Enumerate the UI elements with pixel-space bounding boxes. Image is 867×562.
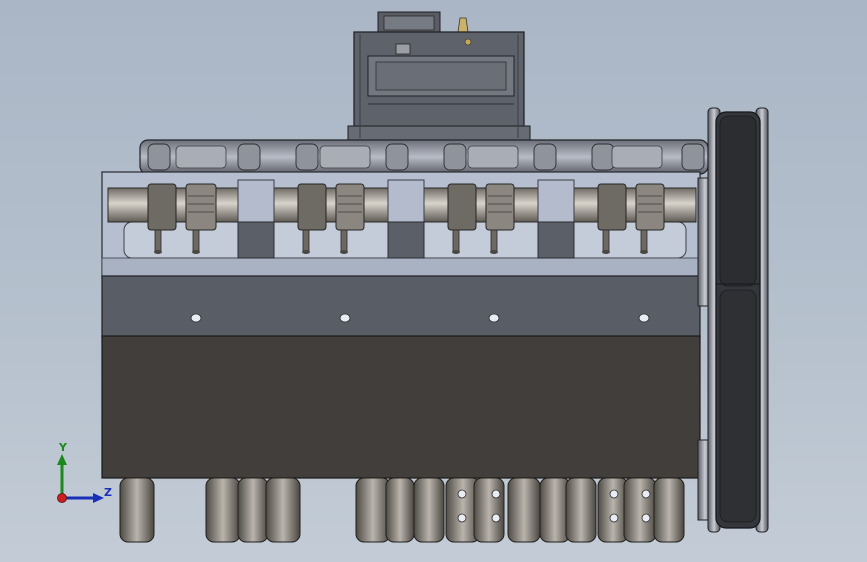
manifold-port: [175, 145, 227, 169]
z-axis-label: Z: [104, 486, 112, 499]
cam-lobe: [447, 183, 477, 231]
bearing-cap-top: [537, 179, 575, 225]
manifold-runner: [681, 143, 705, 171]
bottom-foot: [265, 477, 301, 543]
bearing-cap-top: [237, 179, 275, 225]
cad-viewport[interactable]: Y Z: [0, 0, 867, 562]
cam-lobe: [335, 183, 365, 231]
valve-stem: [640, 229, 648, 253]
cam-lobe: [147, 183, 177, 231]
manifold-runner: [591, 143, 615, 171]
mounting-hole: [339, 313, 351, 323]
bottom-foot: [413, 477, 445, 543]
valve-tip: [340, 250, 348, 254]
valve-tip: [640, 250, 648, 254]
valve-stem: [490, 229, 498, 253]
mounting-hole: [638, 313, 650, 323]
top-housing[interactable]: [347, 11, 531, 143]
valve-tip: [192, 250, 200, 254]
valve-tip: [602, 250, 610, 254]
bottom-foot: [507, 477, 541, 543]
engine-block-lower[interactable]: [101, 335, 701, 479]
manifold-port: [319, 145, 371, 169]
cam-lobe: [597, 183, 627, 231]
bottom-foot: [623, 477, 657, 543]
cam-lobe: [297, 183, 327, 231]
bottom-bolt: [491, 513, 501, 523]
valve-stem: [452, 229, 460, 253]
valve-stem: [302, 229, 310, 253]
manifold-runner: [147, 143, 171, 171]
cam-lobe: [635, 183, 665, 231]
bottom-foot: [237, 477, 269, 543]
bottom-bolt: [641, 489, 651, 499]
bearing-cap-top: [387, 179, 425, 225]
engine-model[interactable]: [0, 0, 867, 562]
bottom-foot: [473, 477, 505, 543]
manifold-port: [611, 145, 663, 169]
bearing-cap-body: [537, 221, 575, 259]
mounting-hole: [190, 313, 202, 323]
bearing-cap-body: [387, 221, 425, 259]
valve-stem: [602, 229, 610, 253]
manifold-runner: [385, 143, 409, 171]
bottom-components: [119, 477, 685, 543]
manifold-runner: [295, 143, 319, 171]
bottom-foot: [355, 477, 391, 543]
x-axis-origin: [57, 493, 67, 503]
bottom-bolt: [491, 489, 501, 499]
bottom-bolt: [641, 513, 651, 523]
y-axis-label: Y: [59, 441, 67, 454]
bottom-bolt: [609, 513, 619, 523]
orientation-triad[interactable]: Y Z: [48, 440, 118, 510]
valve-tip: [154, 250, 162, 254]
valve-tip: [452, 250, 460, 254]
intake-manifold[interactable]: [139, 139, 709, 175]
valve-stem: [340, 229, 348, 253]
bottom-foot: [119, 477, 155, 543]
manifold-runner: [533, 143, 557, 171]
valve-tip: [302, 250, 310, 254]
bottom-foot: [653, 477, 685, 543]
valve-stem: [154, 229, 162, 253]
manifold-runner: [237, 143, 261, 171]
mounting-hole: [488, 313, 500, 323]
valve-stem: [192, 229, 200, 253]
bottom-foot: [385, 477, 415, 543]
cam-lobe: [185, 183, 217, 231]
z-axis-arrow: [93, 493, 104, 503]
bottom-foot: [565, 477, 597, 543]
bottom-foot: [205, 477, 241, 543]
block-upper[interactable]: [101, 275, 701, 339]
bottom-bolt: [457, 513, 467, 523]
bottom-bolt: [457, 489, 467, 499]
belt-pulley-assembly[interactable]: [697, 107, 769, 533]
bearing-cap-body: [237, 221, 275, 259]
manifold-runner: [443, 143, 467, 171]
manifold-port: [467, 145, 519, 169]
cam-lobe: [485, 183, 515, 231]
valve-tip: [490, 250, 498, 254]
bottom-bolt: [609, 489, 619, 499]
y-axis-arrow: [57, 454, 67, 465]
